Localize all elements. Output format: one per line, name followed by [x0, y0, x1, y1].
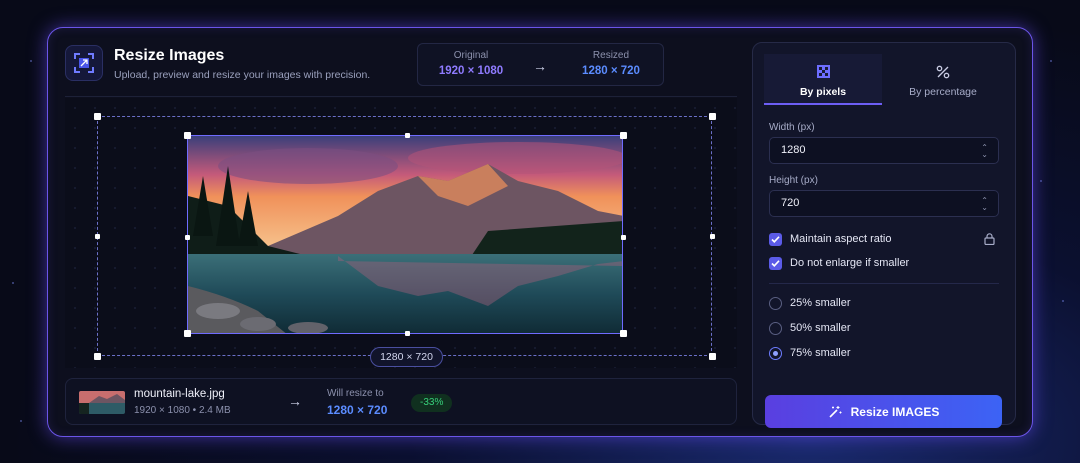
mountain-lake-image — [188, 136, 622, 333]
mode-tabs: By pixels By percentage — [764, 54, 1006, 105]
preview-image — [187, 135, 623, 334]
radio-25-smaller[interactable] — [769, 297, 782, 310]
resized-label: Resized — [592, 50, 630, 61]
size-comparison: Original 1920 × 1080 → Resized 1280 × 72… — [417, 43, 664, 86]
radio-50-smaller[interactable] — [769, 322, 782, 335]
pixel-grid-icon — [816, 65, 830, 78]
height-input[interactable]: 720 ⌃ ⌄ — [769, 190, 999, 217]
resize-button-label: Resize IMAGES — [850, 404, 940, 419]
lock-icon[interactable] — [984, 233, 995, 245]
original-value: 1920 × 1080 — [438, 65, 504, 77]
settings-panel: By pixels By percentage Width (px) 1280 … — [752, 42, 1016, 428]
resize-button[interactable]: Resize IMAGES — [765, 395, 1002, 428]
outer-handle-top-right[interactable] — [709, 113, 716, 120]
crop-handle-top-left[interactable] — [184, 132, 191, 139]
page-subtitle: Upload, preview and resize your images w… — [114, 69, 371, 81]
radio-50-label: 50% smaller — [790, 322, 851, 334]
file-summary-bar: mountain-lake.jpg 1920 × 1080 • 2.4 MB →… — [65, 378, 737, 425]
file-thumbnail — [79, 391, 125, 414]
outer-handle-right[interactable] — [710, 234, 715, 239]
crop-handle-right[interactable] — [621, 235, 626, 240]
resized-size: Resized 1280 × 720 — [571, 50, 651, 77]
file-name: mountain-lake.jpg — [134, 388, 225, 400]
radio-75-smaller[interactable] — [769, 347, 782, 360]
original-size: Original 1920 × 1080 — [431, 50, 511, 77]
check-icon — [771, 236, 780, 243]
crop-handle-top[interactable] — [405, 133, 410, 138]
crop-handle-bottom-left[interactable] — [184, 330, 191, 337]
will-resize-value: 1280 × 720 — [327, 403, 388, 417]
width-label: Width (px) — [769, 122, 815, 133]
magic-wand-icon — [829, 405, 842, 418]
tab-by-percentage[interactable]: By percentage — [884, 54, 1002, 105]
check-icon — [771, 260, 780, 267]
resized-value: 1280 × 720 — [582, 65, 640, 77]
no-enlarge-checkbox[interactable] — [769, 257, 782, 270]
outer-handle-bottom-right[interactable] — [709, 353, 716, 360]
tab-by-pixels[interactable]: By pixels — [764, 54, 882, 105]
outer-handle-left[interactable] — [95, 234, 100, 239]
arrow-right-icon: → — [533, 58, 547, 74]
will-resize-label: Will resize to — [327, 388, 384, 399]
height-value: 720 — [781, 197, 800, 209]
percent-icon — [936, 65, 950, 79]
crop-handle-bottom[interactable] — [405, 331, 410, 336]
resize-card: Resize Images Upload, preview and resize… — [47, 27, 1033, 437]
radio-25-label: 25% smaller — [790, 297, 851, 309]
crop-handle-left[interactable] — [185, 235, 190, 240]
page-title: Resize Images — [114, 47, 225, 64]
percent-change-badge: -33% — [411, 394, 453, 412]
tab-by-percentage-label: By percentage — [909, 86, 977, 98]
crop-handle-top-right[interactable] — [620, 132, 627, 139]
width-input[interactable]: 1280 ⌃ ⌄ — [769, 137, 999, 164]
aspect-ratio-label: Maintain aspect ratio — [790, 233, 892, 245]
outer-handle-top-left[interactable] — [94, 113, 101, 120]
app-logo — [65, 45, 103, 81]
outer-handle-bottom-left[interactable] — [94, 353, 101, 360]
dimension-badge: 1280 × 720 — [370, 347, 443, 367]
height-label: Height (px) — [769, 175, 818, 186]
arrow-right-icon: → — [288, 393, 302, 409]
tab-by-pixels-label: By pixels — [799, 86, 847, 98]
header-divider — [65, 96, 737, 97]
height-stepper-icon[interactable]: ⌃ ⌄ — [981, 197, 988, 212]
crop-handle-bottom-right[interactable] — [620, 330, 627, 337]
options-divider — [769, 283, 999, 284]
width-stepper-icon[interactable]: ⌃ ⌄ — [981, 144, 988, 159]
original-label: Original — [453, 50, 489, 61]
width-value: 1280 — [781, 144, 806, 156]
file-meta: 1920 × 1080 • 2.4 MB — [134, 405, 231, 416]
radio-75-label: 75% smaller — [790, 347, 851, 359]
aspect-ratio-checkbox[interactable] — [769, 233, 782, 246]
resize-frame-icon — [74, 53, 94, 73]
no-enlarge-label: Do not enlarge if smaller — [790, 257, 910, 269]
